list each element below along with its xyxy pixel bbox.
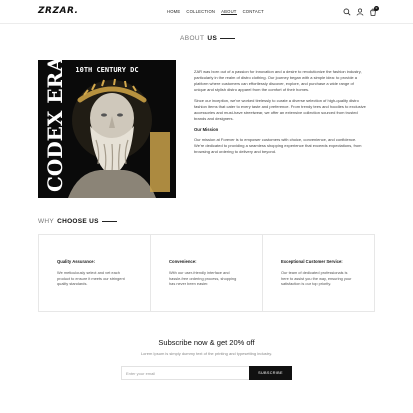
poster-title: 10TH CENTURY DC bbox=[75, 66, 138, 74]
why-heading: WHY CHOOSE US bbox=[38, 218, 117, 225]
subscribe-button[interactable]: SUBSCRIBE bbox=[249, 366, 292, 380]
nav-home[interactable]: HOME bbox=[167, 9, 180, 15]
about-heading: ABOUT US bbox=[180, 35, 236, 42]
main-nav: HOME COLLECTION ABOUT CONTACT bbox=[167, 9, 264, 15]
logo[interactable]: ZRZAR. bbox=[38, 6, 78, 16]
about-heading-light: ABOUT bbox=[180, 35, 205, 42]
why-heading-bold: CHOOSE US bbox=[57, 218, 99, 225]
email-field[interactable] bbox=[121, 366, 249, 380]
site-header: ZRZAR. HOME COLLECTION ABOUT CONTACT 0 bbox=[0, 0, 413, 24]
feature-text: With our user-friendly interface and has… bbox=[169, 270, 237, 286]
header-icons: 0 bbox=[343, 6, 379, 16]
about-paragraph-1: ZAR was born out of a passion for innova… bbox=[194, 69, 362, 92]
cart-icon[interactable]: 0 bbox=[369, 6, 379, 16]
about-paragraph-2: Since our inception, we've worked tirele… bbox=[194, 98, 366, 121]
about-text: ZAR was born out of a passion for innova… bbox=[194, 69, 366, 160]
feature-title: Exceptional Customer Service: bbox=[281, 259, 343, 264]
cart-count-badge: 0 bbox=[374, 6, 379, 11]
mission-title: Our Mission bbox=[194, 127, 219, 132]
features-grid: Quality Assurance: We meticulously selec… bbox=[38, 234, 375, 312]
about-image: 10TH CENTURY DC CODEX ERA bbox=[38, 60, 176, 198]
feature-title: Convenience: bbox=[169, 259, 197, 264]
about-heading-bold: US bbox=[207, 35, 218, 42]
profile-icon[interactable] bbox=[356, 8, 364, 16]
feature-title: Quality Assurance: bbox=[57, 259, 96, 264]
mission-text: Our mission at Forever is to empower cus… bbox=[194, 137, 362, 154]
feature-card: Quality Assurance: We meticulously selec… bbox=[39, 235, 151, 311]
why-heading-light: WHY bbox=[38, 218, 55, 225]
nav-collection[interactable]: COLLECTION bbox=[186, 9, 215, 15]
search-icon[interactable] bbox=[343, 8, 351, 16]
nav-about[interactable]: ABOUT bbox=[221, 9, 237, 15]
feature-text: Our team of dedicated professionals is h… bbox=[281, 270, 352, 286]
subscribe-form: SUBSCRIBE bbox=[121, 366, 292, 380]
nav-contact[interactable]: CONTACT bbox=[243, 9, 264, 15]
feature-text: We meticulously select and vet each prod… bbox=[57, 270, 125, 286]
heading-rule bbox=[220, 38, 236, 39]
poster-vertical-text: CODEX ERA bbox=[43, 60, 67, 192]
subscribe-title: Subscribe now & get 20% off bbox=[158, 338, 255, 347]
heading-rule bbox=[101, 221, 117, 222]
subscribe-text: Lorem Ipsum is simply dummy text of the … bbox=[140, 351, 273, 356]
feature-card: Exceptional Customer Service: Our team o… bbox=[263, 235, 374, 311]
feature-card: Convenience: With our user-friendly inte… bbox=[151, 235, 263, 311]
